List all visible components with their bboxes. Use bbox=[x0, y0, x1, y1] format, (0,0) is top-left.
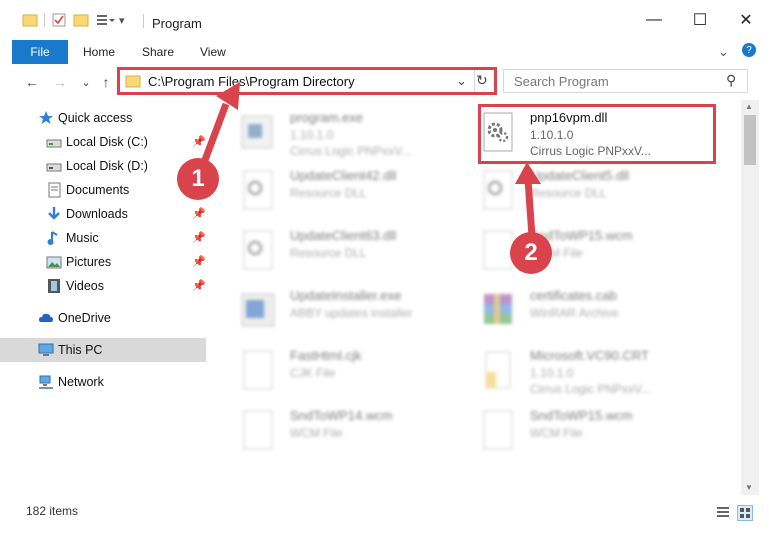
step-marker-1: 1 bbox=[177, 158, 219, 200]
arrow-2 bbox=[524, 179, 536, 237]
item-count: 182 items bbox=[26, 504, 79, 518]
annotation-overlay bbox=[201, 82, 541, 237]
details-view-icon[interactable] bbox=[716, 505, 730, 519]
status-bar: 182 items bbox=[0, 496, 769, 533]
arrow-1 bbox=[201, 102, 230, 162]
tiles-view-icon[interactable] bbox=[737, 505, 753, 521]
step-marker-2: 2 bbox=[510, 232, 552, 274]
arrow-2-head bbox=[515, 162, 541, 184]
